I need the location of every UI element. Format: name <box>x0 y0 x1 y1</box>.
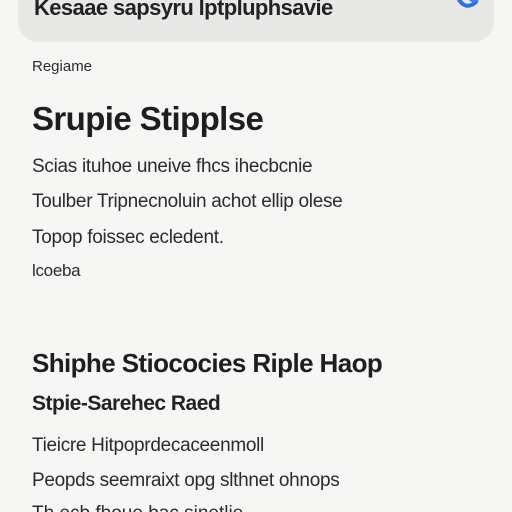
page: Kesaae sapsyru lptpluphsavie Regiame Sru… <box>0 0 512 512</box>
card-line: lcoeba <box>32 261 81 280</box>
card-line: Scias ituhoe uneive fhcs ihecbcnie <box>32 156 313 177</box>
search-bar[interactable]: Kesaae sapsyru lptpluphsavie <box>18 0 494 42</box>
section-line: Th ecb fhoue bac sinetlie <box>32 503 243 512</box>
card-line: Toulber Tripnecnoluin achot ellip olese <box>32 191 343 212</box>
card-title: Srupie Stipplse <box>32 100 264 137</box>
section-line: Peopds seemraixt opg slthnet ohnops <box>32 470 340 491</box>
siri-icon[interactable] <box>448 0 488 18</box>
search-input[interactable]: Kesaae sapsyru lptpluphsavie <box>34 0 333 21</box>
card-line: Topop foissec ecledent. <box>32 227 224 248</box>
section-subtitle: Stpie-Sarehec Raed <box>32 392 221 415</box>
section-caption: Regiame <box>32 58 93 75</box>
section-title: Shiphe Stiococies Riple Haop <box>32 348 383 378</box>
section-line: Tieicre Hitpoprdecaceenmoll <box>32 435 264 456</box>
